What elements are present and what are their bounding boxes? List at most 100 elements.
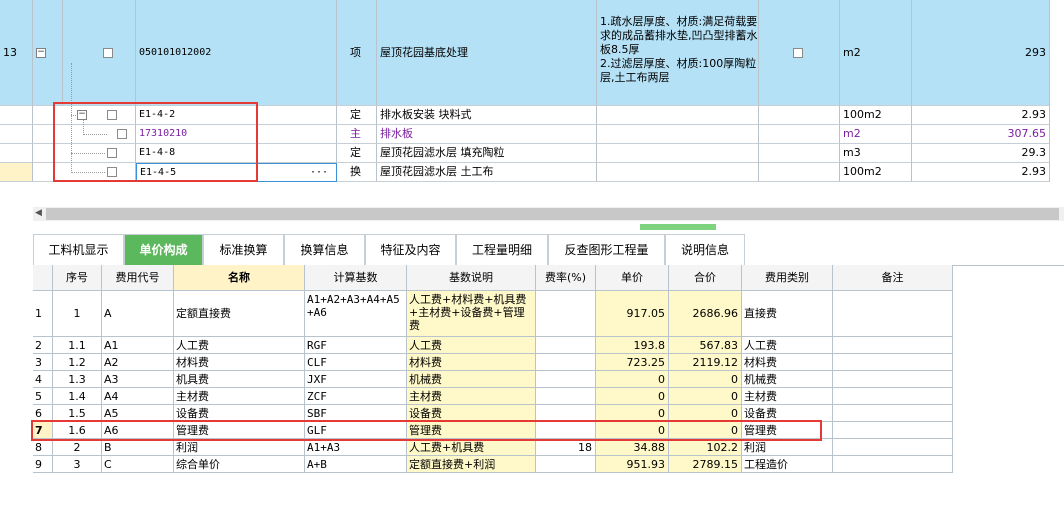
sub-qty[interactable]: 2.93 bbox=[912, 106, 1050, 125]
header-category[interactable]: 费用类别 bbox=[742, 265, 833, 291]
cell-category[interactable]: 主材费 bbox=[742, 388, 833, 405]
header-price[interactable]: 单价 bbox=[596, 265, 669, 291]
row-number[interactable]: 6 bbox=[33, 405, 53, 422]
sub-name[interactable]: 排水板安装 块料式 bbox=[377, 106, 597, 125]
header-remark[interactable]: 备注 bbox=[833, 265, 953, 291]
row-number[interactable]: 3 bbox=[33, 354, 53, 371]
cell-remark[interactable] bbox=[833, 422, 953, 439]
row-number[interactable]: 7 bbox=[33, 422, 53, 439]
cell-category[interactable]: 直接费 bbox=[742, 291, 833, 337]
checkbox[interactable] bbox=[103, 48, 113, 58]
row-number[interactable]: 2 bbox=[33, 337, 53, 354]
cell-base[interactable]: A+B bbox=[305, 456, 407, 473]
cell-category[interactable]: 材料费 bbox=[742, 354, 833, 371]
cell-name[interactable]: 机具费 bbox=[174, 371, 305, 388]
cell-remark[interactable] bbox=[833, 291, 953, 337]
cell-rate[interactable] bbox=[536, 354, 596, 371]
tab-reverse-lookup[interactable]: 反查图形工程量 bbox=[548, 234, 665, 265]
cell-category[interactable]: 利润 bbox=[742, 439, 833, 456]
row-number[interactable]: 1 bbox=[33, 291, 53, 337]
cell-base[interactable]: ZCF bbox=[305, 388, 407, 405]
cell-name[interactable]: 设备费 bbox=[174, 405, 305, 422]
cell-rate[interactable] bbox=[536, 291, 596, 337]
cell-base[interactable]: SBF bbox=[305, 405, 407, 422]
grid-row-sub2[interactable]: 17310210 主 排水板 m2 307.65 bbox=[0, 125, 1050, 144]
cell-category[interactable]: 管理费 bbox=[742, 422, 833, 439]
cell-remark[interactable] bbox=[833, 456, 953, 473]
cell-rate[interactable] bbox=[536, 388, 596, 405]
header-name[interactable]: 名称 bbox=[174, 265, 305, 291]
item-qty[interactable]: 293 bbox=[912, 0, 1050, 106]
sub-name[interactable]: 排水板 bbox=[377, 125, 597, 144]
tab-unit-price-composition[interactable]: 单价构成 bbox=[124, 234, 203, 265]
tab-features[interactable]: 特征及内容 bbox=[365, 234, 456, 265]
item-feature[interactable]: 1.疏水层厚度、材质:满足荷载要求的成品蓄排水垫,凹凸型排蓄水板8.5厚 2.过… bbox=[597, 0, 759, 106]
checkbox[interactable] bbox=[117, 129, 127, 139]
cell-name[interactable]: 利润 bbox=[174, 439, 305, 456]
checkbox[interactable] bbox=[107, 167, 117, 177]
cell-rate[interactable]: 18 bbox=[536, 439, 596, 456]
cell-rate[interactable] bbox=[536, 456, 596, 473]
cell-remark[interactable] bbox=[833, 354, 953, 371]
scroll-thumb[interactable] bbox=[46, 208, 1059, 220]
row-number[interactable]: 8 bbox=[33, 439, 53, 456]
grid-row-sub4[interactable]: E1-4-5 ··· 换 屋顶花园滤水层 土工布 100m2 2.93 bbox=[0, 163, 1050, 182]
header-total[interactable]: 合价 bbox=[669, 265, 742, 291]
cell-name[interactable]: 主材费 bbox=[174, 388, 305, 405]
checkbox[interactable] bbox=[107, 110, 117, 120]
cell-category[interactable]: 工程造价 bbox=[742, 456, 833, 473]
sub-name[interactable]: 屋顶花园滤水层 填充陶粒 bbox=[377, 144, 597, 163]
cell-rate[interactable] bbox=[536, 405, 596, 422]
tab-standard-conversion[interactable]: 标准换算 bbox=[203, 234, 284, 265]
checkbox[interactable] bbox=[107, 148, 117, 158]
checkbox[interactable] bbox=[793, 48, 803, 58]
header-base-desc[interactable]: 基数说明 bbox=[407, 265, 536, 291]
tab-description[interactable]: 说明信息 bbox=[665, 234, 745, 265]
item-code[interactable]: 050101012002 bbox=[136, 0, 337, 106]
cell-remark[interactable] bbox=[833, 439, 953, 456]
horizontal-scrollbar[interactable]: ◀ bbox=[33, 207, 1064, 221]
cell-base[interactable]: CLF bbox=[305, 354, 407, 371]
tab-conversion-info[interactable]: 换算信息 bbox=[284, 234, 365, 265]
cell-base[interactable]: JXF bbox=[305, 371, 407, 388]
sub-code-editor[interactable]: E1-4-5 ··· bbox=[136, 163, 337, 182]
row-number[interactable]: 4 bbox=[33, 371, 53, 388]
collapse-icon[interactable]: − bbox=[77, 110, 87, 120]
cell-rate[interactable] bbox=[536, 422, 596, 439]
cell-remark[interactable] bbox=[833, 388, 953, 405]
cell-name[interactable]: 管理费 bbox=[174, 422, 305, 439]
header-seq[interactable]: 序号 bbox=[53, 265, 102, 291]
header-rate[interactable]: 费率(%) bbox=[536, 265, 596, 291]
sub-code[interactable]: E1-4-8 bbox=[136, 144, 337, 163]
cell-rate[interactable] bbox=[536, 337, 596, 354]
row-number[interactable]: 9 bbox=[33, 456, 53, 473]
cell-name[interactable]: 综合单价 bbox=[174, 456, 305, 473]
sub-code[interactable]: E1-4-5 bbox=[140, 167, 176, 178]
panel-splitter[interactable] bbox=[640, 224, 716, 230]
cell-rate[interactable] bbox=[536, 371, 596, 388]
header-base[interactable]: 计算基数 bbox=[305, 265, 407, 291]
cell-remark[interactable] bbox=[833, 337, 953, 354]
row-number[interactable]: 5 bbox=[33, 388, 53, 405]
grid-row-sub1[interactable]: − E1-4-2 定 排水板安装 块料式 100m2 2.93 bbox=[0, 106, 1050, 125]
cell-remark[interactable] bbox=[833, 371, 953, 388]
tab-labor-materials[interactable]: 工料机显示 bbox=[33, 234, 124, 265]
sub-qty[interactable]: 307.65 bbox=[912, 125, 1050, 144]
cell-name[interactable]: 人工费 bbox=[174, 337, 305, 354]
cell-category[interactable]: 设备费 bbox=[742, 405, 833, 422]
cell-category[interactable]: 机械费 bbox=[742, 371, 833, 388]
cell-name[interactable]: 定额直接费 bbox=[174, 291, 305, 337]
cell-base[interactable]: A1+A3 bbox=[305, 439, 407, 456]
cell-remark[interactable] bbox=[833, 405, 953, 422]
grid-row-13[interactable]: 13 − 050101012002 项 屋顶花园基底处理 1.疏水层厚度、材质:… bbox=[0, 0, 1050, 106]
cell-base[interactable]: RGF bbox=[305, 337, 407, 354]
sub-code[interactable]: 17310210 bbox=[136, 125, 337, 144]
sub-code[interactable]: E1-4-2 bbox=[136, 106, 337, 125]
header-code[interactable]: 费用代号 bbox=[102, 265, 174, 291]
sub-name[interactable]: 屋顶花园滤水层 土工布 bbox=[377, 163, 597, 182]
cell-base[interactable]: GLF bbox=[305, 422, 407, 439]
cell-category[interactable]: 人工费 bbox=[742, 337, 833, 354]
sub-qty[interactable]: 2.93 bbox=[912, 163, 1050, 182]
cell-name[interactable]: 材料费 bbox=[174, 354, 305, 371]
collapse-icon[interactable]: − bbox=[36, 48, 46, 58]
